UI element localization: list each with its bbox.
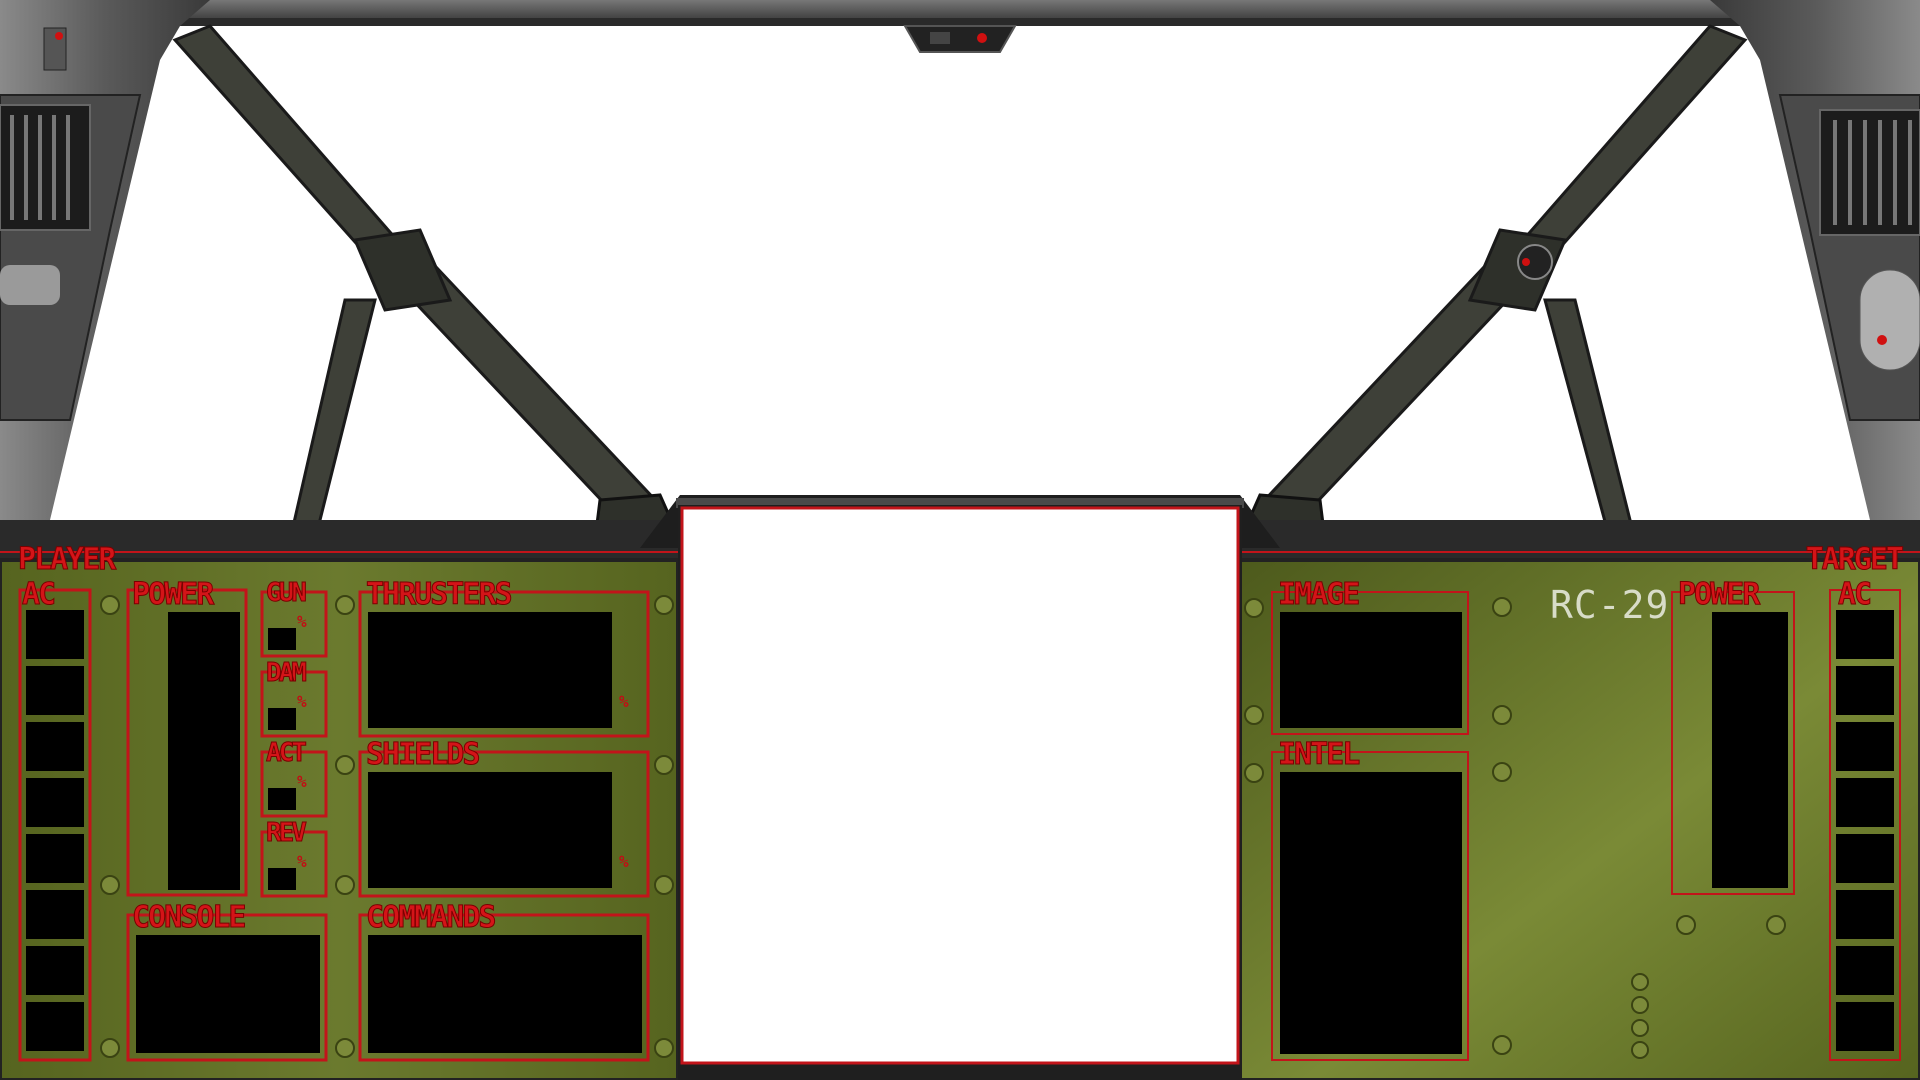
shields-label: SHIELDS (365, 737, 480, 772)
player-ac-slot-1 (26, 610, 84, 659)
target-ac-slot-3 (1836, 722, 1894, 771)
commands-label: COMMANDS (366, 900, 497, 935)
gun-display (268, 628, 296, 650)
thrusters-percent: % (619, 692, 629, 711)
player-ac-slot-6 (26, 890, 84, 939)
act-label: ACT (266, 738, 308, 768)
console-display (136, 935, 320, 1053)
target-power-display (1712, 612, 1788, 888)
shields-display (368, 772, 612, 888)
intel-label: INTEL (1277, 737, 1360, 772)
gun-percent: % (297, 612, 307, 631)
target-ac-slot-2 (1836, 666, 1894, 715)
target-ac-slot-1 (1836, 610, 1894, 659)
act-percent: % (297, 772, 307, 791)
target-power-label: POWER (1677, 577, 1760, 612)
gun-label: GUN (266, 578, 308, 608)
player-ac-slot-3 (26, 722, 84, 771)
target-ac-slot-6 (1836, 890, 1894, 939)
dam-percent: % (297, 692, 307, 711)
player-ac-label: AC (21, 577, 56, 612)
player-power-display (168, 612, 240, 890)
player-ac-slot-8 (26, 1002, 84, 1051)
target-ac-slot-5 (1836, 834, 1894, 883)
player-ac-slot-5 (26, 834, 84, 883)
dam-display (268, 708, 296, 730)
rev-label: REV (266, 818, 308, 848)
player-ac-slot-2 (26, 666, 84, 715)
target-ac-slot-4 (1836, 778, 1894, 827)
image-display (1280, 612, 1462, 728)
main-viewscreen[interactable] (684, 510, 1236, 1061)
target-ac-label: AC (1837, 577, 1872, 612)
act-display (268, 788, 296, 810)
rev-display (268, 868, 296, 890)
thrusters-display (368, 612, 612, 728)
console-label: CONSOLE (131, 900, 246, 935)
player-ac-slot-4 (26, 778, 84, 827)
rev-percent: % (297, 852, 307, 871)
thrusters-label: THRUSTERS (366, 577, 514, 612)
dam-label: DAM (266, 658, 308, 688)
shields-percent: % (619, 852, 629, 871)
target-ac-slot-8 (1836, 1002, 1894, 1051)
ship-model-label: RC-29 (1550, 583, 1670, 627)
image-label: IMAGE (1277, 577, 1360, 612)
commands-display (368, 935, 642, 1053)
target-label: TARGET (1805, 542, 1904, 577)
player-ac-slot-7 (26, 946, 84, 995)
intel-display (1280, 772, 1462, 1054)
target-ac-slot-7 (1836, 946, 1894, 995)
player-label: PLAYER (17, 542, 116, 577)
power-label: POWER (131, 577, 214, 612)
